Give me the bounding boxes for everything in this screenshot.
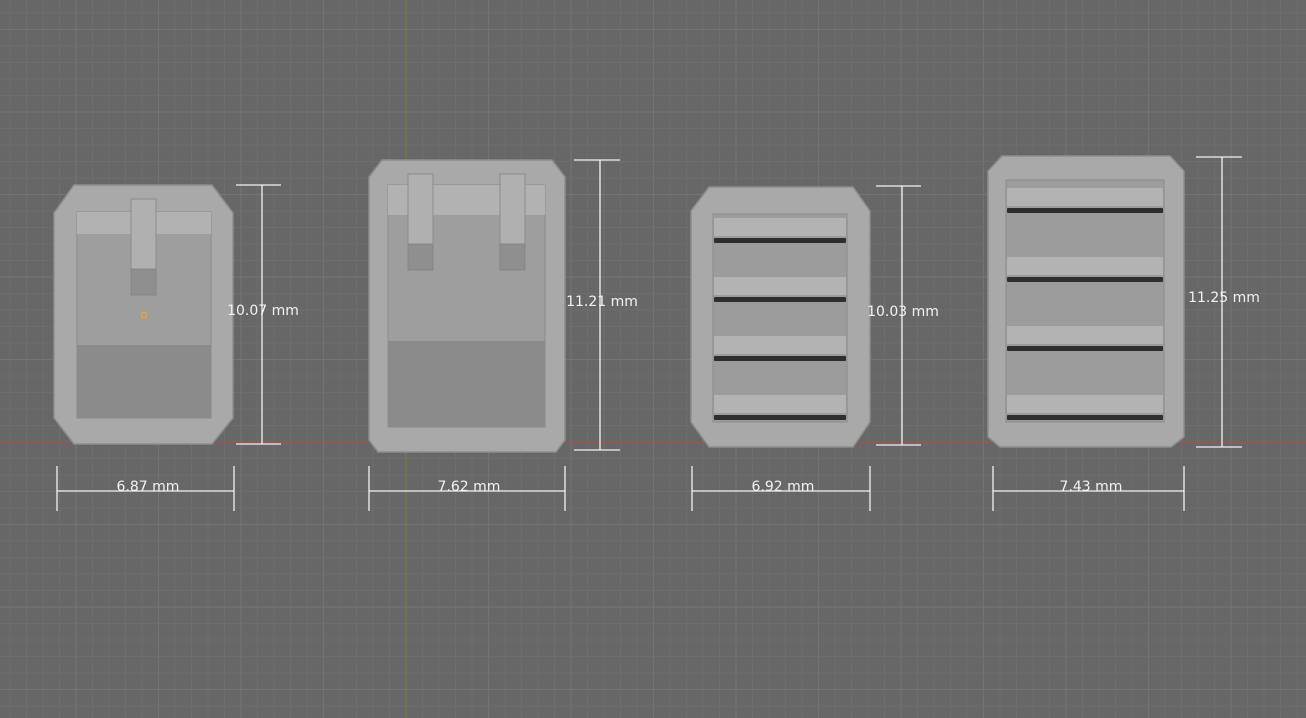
part-a-width-label: 6.87 mm xyxy=(117,479,180,495)
part-c-slot xyxy=(714,415,846,420)
part-a-height-label: 10.07 mm xyxy=(227,303,299,319)
part-b-height-label: 11.21 mm xyxy=(566,294,638,310)
part-b-pin-right xyxy=(499,173,526,245)
part-d-slot xyxy=(1007,208,1163,213)
part-c-slot xyxy=(714,297,846,302)
part-c-slat xyxy=(714,277,846,295)
part-c-grille-frame xyxy=(712,213,848,423)
part-c-slot xyxy=(714,238,846,243)
part-b-pin-left-tip xyxy=(407,243,434,271)
part-a-recess-shadow xyxy=(77,345,211,418)
part-b-recess-shadow xyxy=(388,341,545,427)
part-d-grille-frame xyxy=(1005,179,1165,423)
part-d-slat xyxy=(1007,257,1163,275)
part-c-slot xyxy=(714,356,846,361)
part-b-object[interactable] xyxy=(368,159,566,453)
part-b-pin-right-tip xyxy=(499,243,526,271)
part-d-slat xyxy=(1007,188,1163,206)
part-c-slat xyxy=(714,218,846,236)
part-d-slot xyxy=(1007,415,1163,420)
part-c-width-label: 6.92 mm xyxy=(752,479,815,495)
part-b-width-label: 7.62 mm xyxy=(438,479,501,495)
part-d-object[interactable] xyxy=(987,155,1185,448)
part-c-object[interactable] xyxy=(690,186,871,448)
part-a-object[interactable] xyxy=(53,184,234,445)
part-d-height-label: 11.25 mm xyxy=(1188,290,1260,306)
part-a-pin xyxy=(130,198,157,270)
part-b-pin-left xyxy=(407,173,434,245)
part-c-slat xyxy=(714,336,846,354)
part-d-width-label: 7.43 mm xyxy=(1060,479,1123,495)
part-c-height-label: 10.03 mm xyxy=(867,304,939,320)
object-origin-icon[interactable] xyxy=(140,311,148,319)
3d-viewport[interactable]: 10.07 mm 6.87 mm 11.21 mm 7.62 mm 10.03 … xyxy=(0,0,1306,718)
part-c-slat xyxy=(714,395,846,413)
part-d-slat xyxy=(1007,326,1163,344)
part-d-slot xyxy=(1007,277,1163,282)
part-a-pin-tip xyxy=(130,268,157,296)
part-d-slot xyxy=(1007,346,1163,351)
part-d-slat xyxy=(1007,395,1163,413)
